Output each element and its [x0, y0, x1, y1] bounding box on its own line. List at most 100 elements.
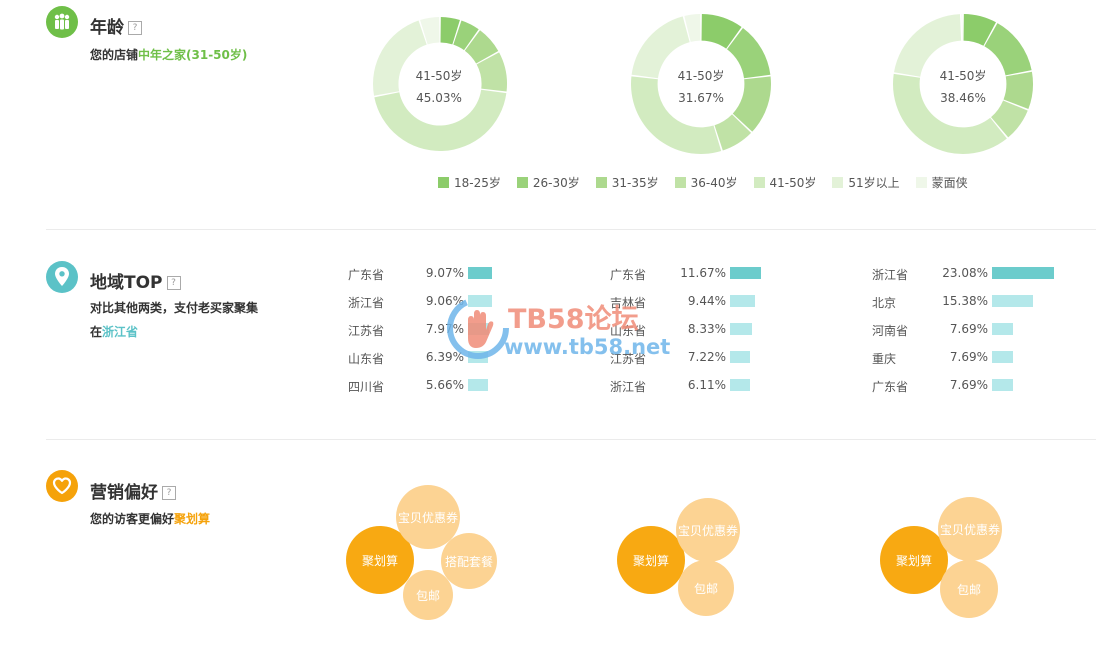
legend-label: 蒙面侠 [931, 176, 968, 190]
legend-swatch [516, 177, 528, 188]
region-percent: 23.08% [942, 266, 988, 280]
region-bar [730, 379, 750, 391]
legend-item-41-50[interactable]: 41-50岁 [753, 174, 817, 191]
age-help-icon[interactable]: ? [128, 21, 142, 35]
marketing-section-title: 营销偏好? [90, 478, 176, 503]
donut-slice-unknown[interactable] [961, 14, 963, 41]
age-donut-chart-1 [373, 17, 507, 151]
region-name: 浙江省 [610, 380, 647, 394]
age-donut-chart-2 [631, 14, 771, 154]
legend-label: 36-40岁 [690, 176, 738, 190]
legend-item-31-35[interactable]: 31-35岁 [595, 174, 659, 191]
bubble-free-shipping: 包邮 [678, 560, 734, 616]
region-name: 重庆 [872, 352, 897, 366]
donut-1-value: 45.03% [416, 91, 462, 105]
region-percent: 8.33% [687, 322, 726, 336]
region-name: 广东省 [610, 268, 647, 282]
legend-item-26-30[interactable]: 26-30岁 [516, 174, 580, 191]
marketing-desc-highlight: 聚划算 [174, 512, 211, 526]
region-bar [468, 379, 488, 391]
donut-2-label: 41-50岁 [677, 69, 725, 83]
watermark-url: www.tb58.net [504, 335, 671, 359]
region-desc-prefix: 在 [90, 325, 103, 339]
bubble-coupon: 宝贝优惠券 [938, 497, 1002, 561]
donut-slice-41-50[interactable] [893, 73, 1007, 154]
donut-slice-41-50[interactable] [631, 76, 722, 154]
legend-swatch [832, 177, 844, 188]
legend-item-36-40[interactable]: 36-40岁 [674, 174, 738, 191]
legend-label: 51岁以上 [848, 176, 900, 190]
section-divider [46, 229, 1096, 230]
age-title-text: 年龄 [90, 18, 124, 38]
region-column-2: 广东省 11.67% 吉林省 9.44% 山东省 8.33% 江苏省 7.22% 浙江省 6.11… [610, 266, 810, 396]
region-row: 山东省 8.33% [610, 322, 810, 338]
legend-swatch [915, 177, 927, 188]
legend-item-51-plus[interactable]: 51岁以上 [832, 174, 900, 191]
age-donut-chart-3 [893, 14, 1033, 154]
region-row: 浙江省 6.11% [610, 378, 810, 394]
region-bar [992, 379, 1013, 391]
region-percent: 7.69% [949, 350, 988, 364]
legend-label: 18-25岁 [454, 176, 501, 190]
marketing-section-icon [46, 470, 78, 502]
marketing-title-text: 营销偏好 [90, 483, 158, 503]
bubble-juhuasuan: 聚划算 [880, 526, 948, 594]
age-section-desc: 您的店铺中年之家(31-50岁) [90, 46, 247, 63]
region-row: 广东省 7.69% [872, 378, 1072, 394]
region-bar [992, 351, 1013, 363]
bubble-free-shipping: 包邮 [403, 570, 453, 620]
marketing-help-icon[interactable]: ? [162, 486, 176, 500]
age-section-icon [46, 6, 78, 38]
legend-swatch [595, 177, 607, 188]
watermark-logo-icon [446, 296, 510, 360]
marketing-desc-prefix: 您的访客更偏好 [90, 512, 175, 526]
region-percent: 11.67% [680, 266, 726, 280]
region-section-title: 地域TOP? [90, 268, 181, 293]
region-help-icon[interactable]: ? [166, 276, 181, 290]
region-row: 北京 15.38% [872, 294, 1072, 310]
age-legend: 18-25岁 26-30岁 31-35岁 36-40岁 41-50岁 51岁以上… [438, 174, 968, 191]
region-percent: 6.11% [687, 378, 726, 392]
donut-3-label: 41-50岁 [939, 69, 987, 83]
region-row: 河南省 7.69% [872, 322, 1072, 338]
region-title-text: 地域TOP [90, 273, 163, 293]
region-name: 江苏省 [348, 324, 385, 338]
bubble-coupon: 宝贝优惠券 [676, 498, 740, 562]
region-percent: 15.38% [942, 294, 988, 308]
region-percent: 9.44% [687, 294, 726, 308]
legend-label: 31-35岁 [611, 176, 659, 190]
legend-item-18-25[interactable]: 18-25岁 [438, 174, 501, 191]
region-percent: 9.07% [425, 266, 464, 280]
region-row: 浙江省 23.08% [872, 266, 1072, 282]
region-name: 河南省 [872, 324, 909, 338]
region-bar [992, 295, 1033, 307]
age-desc-highlight: 中年之家(31-50岁) [138, 48, 248, 62]
legend-label: 26-30岁 [532, 176, 580, 190]
region-bar [730, 295, 755, 307]
region-section-icon [46, 261, 78, 293]
age-desc-prefix: 您的店铺 [90, 48, 139, 62]
bubble-free-shipping: 包邮 [940, 560, 998, 618]
region-desc-line2: 在浙江省 [90, 323, 138, 340]
donut-3-value: 38.46% [940, 91, 986, 105]
region-row: 四川省 5.66% [348, 378, 548, 394]
region-row: 吉林省 9.44% [610, 294, 810, 310]
marketing-section-desc: 您的访客更偏好聚划算 [90, 510, 210, 527]
legend-item-unknown[interactable]: 蒙面侠 [915, 174, 968, 191]
region-percent: 7.69% [949, 322, 988, 336]
bubble-bundle: 搭配套餐 [441, 533, 497, 589]
region-column-3: 浙江省 23.08% 北京 15.38% 河南省 7.69% 重庆 7.69% 广东省 7.69% [872, 266, 1072, 396]
region-desc-highlight: 浙江省 [102, 325, 139, 339]
region-bar [730, 351, 750, 363]
legend-label: 41-50岁 [769, 176, 817, 190]
region-row: 广东省 11.67% [610, 266, 810, 282]
legend-swatch [674, 177, 686, 188]
region-bar [730, 323, 752, 335]
region-name: 广东省 [348, 268, 385, 282]
donut-slice-51-plus[interactable] [373, 20, 427, 96]
region-percent: 5.66% [425, 378, 464, 392]
region-name: 山东省 [348, 352, 385, 366]
section-divider [46, 439, 1096, 440]
region-name: 北京 [872, 296, 897, 310]
bubble-juhuasuan: 聚划算 [617, 526, 685, 594]
